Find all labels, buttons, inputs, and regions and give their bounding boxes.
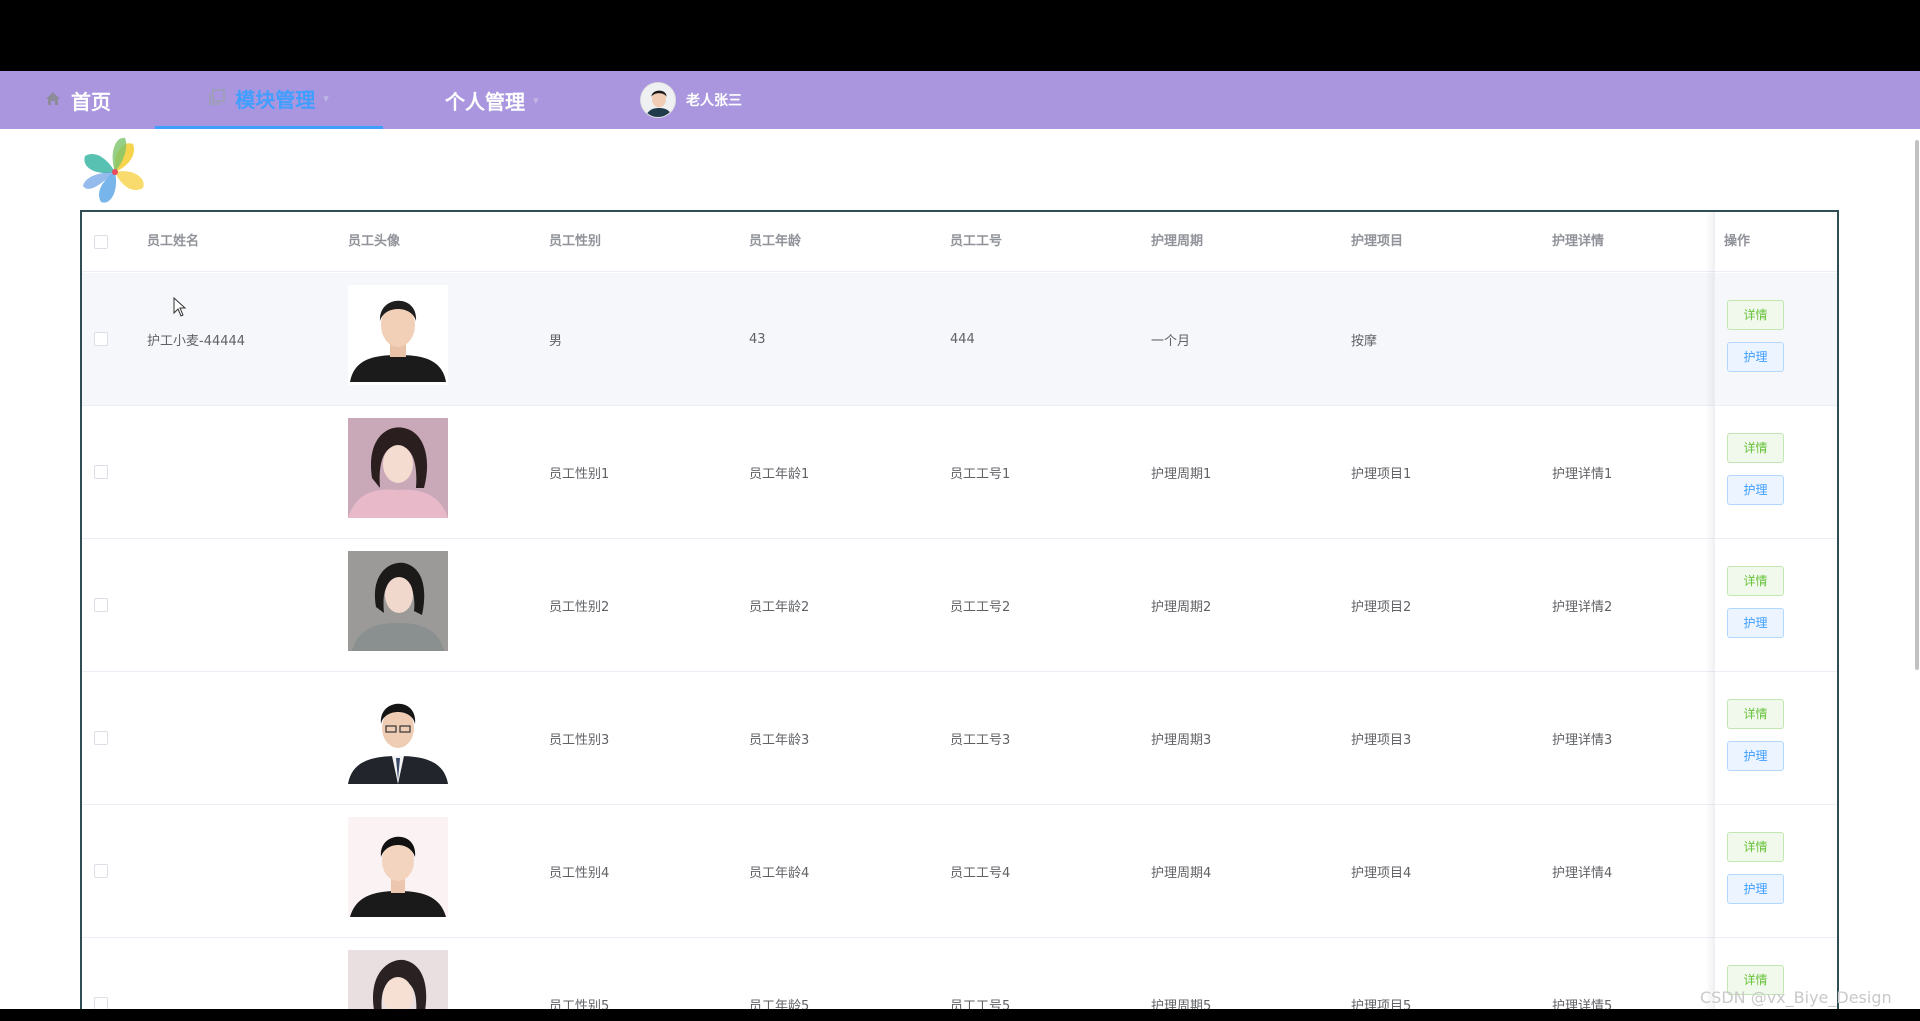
bottom-black-bar	[0, 1009, 1920, 1021]
care-button[interactable]: 护理	[1727, 342, 1784, 372]
page-scrollbar-thumb[interactable]	[1915, 140, 1919, 670]
cell-gender: 员工性别4	[549, 866, 610, 881]
cell-detail: 护理详情4	[1552, 866, 1613, 881]
caret-down-icon: ▾	[323, 92, 329, 105]
cell-age: 43	[749, 332, 766, 347]
column-header-detail[interactable]: 护理详情	[1552, 212, 1604, 272]
row-checkbox[interactable]	[94, 598, 108, 612]
cell-detail: 护理详情1	[1552, 467, 1613, 482]
cell-gender: 员工性别2	[549, 600, 610, 615]
column-header-number[interactable]: 员工工号	[950, 212, 1002, 272]
cell-detail: 护理详情5	[1552, 999, 1613, 1009]
cell-detail: 护理详情3	[1552, 733, 1613, 748]
table-row[interactable]: 员工性别1 员工年龄1 员工工号1 护理周期1 护理项目1 护理详情1	[82, 406, 1837, 539]
copy-icon	[209, 88, 225, 109]
cell-period: 护理周期2	[1151, 600, 1212, 615]
detail-button[interactable]: 详情	[1727, 832, 1784, 862]
cell-project: 护理项目3	[1351, 733, 1412, 748]
nav-personal-management[interactable]: 个人管理 ▾	[445, 71, 539, 129]
cell-period: 护理周期1	[1151, 467, 1212, 482]
table-row[interactable]: 员工性别4 员工年龄4 员工工号4 护理周期4 护理项目4 护理详情4	[82, 805, 1837, 938]
table-header: 员工姓名 员工头像 员工性别 员工年龄 员工工号 护理周期 护理项目 护理详情 …	[82, 212, 1837, 272]
row-checkbox[interactable]	[94, 465, 108, 479]
cell-gender: 员工性别3	[549, 733, 610, 748]
row-checkbox[interactable]	[94, 997, 108, 1009]
cell-age: 员工年龄2	[749, 600, 810, 615]
staff-photo	[348, 551, 448, 651]
table-row[interactable]: 员工性别2 员工年龄2 员工工号2 护理周期2 护理项目2 护理详情2	[82, 539, 1837, 672]
column-header-age[interactable]: 员工年龄	[749, 212, 801, 272]
nav-module-management[interactable]: 模块管理 ▾	[155, 71, 383, 129]
staff-photo	[348, 418, 448, 518]
home-icon	[45, 91, 61, 110]
cell-period: 护理周期5	[1151, 999, 1212, 1009]
care-button[interactable]: 护理	[1727, 608, 1784, 638]
cell-age: 员工年龄5	[749, 999, 810, 1009]
staff-table: 员工姓名 员工头像 员工性别 员工年龄 员工工号 护理周期 护理项目 护理详情 …	[80, 210, 1839, 1009]
detail-button[interactable]: 详情	[1727, 566, 1784, 596]
nav-home[interactable]: 首页	[45, 71, 111, 129]
caret-down-icon: ▾	[533, 93, 539, 107]
nav-personal-label: 个人管理	[445, 89, 525, 114]
actions-column: 详情 护理 详情 护理 详情 护理 详情 护理 详情 护理 详情	[1714, 212, 1837, 1009]
select-all-checkbox[interactable]	[94, 235, 108, 249]
cell-name: 护工小麦-44444	[147, 334, 246, 349]
row-checkbox[interactable]	[94, 864, 108, 878]
cell-number: 员工工号4	[950, 866, 1011, 881]
detail-button[interactable]: 详情	[1727, 433, 1784, 463]
top-nav: 首页 模块管理 ▾ 个人管理 ▾ 老人张三	[0, 71, 1920, 129]
cell-detail: 护理详情2	[1552, 600, 1613, 615]
care-button[interactable]: 护理	[1727, 475, 1784, 505]
nav-module-label: 模块管理	[235, 88, 316, 112]
user-menu[interactable]: 老人张三	[640, 71, 742, 129]
row-checkbox[interactable]	[94, 731, 108, 745]
cell-period: 护理周期3	[1151, 733, 1212, 748]
cell-project: 护理项目1	[1351, 467, 1412, 482]
main-content: 员工姓名 员工头像 员工性别 员工年龄 员工工号 护理周期 护理项目 护理详情 …	[0, 129, 1920, 1009]
cell-number: 员工工号1	[950, 467, 1011, 482]
column-header-avatar[interactable]: 员工头像	[348, 212, 400, 272]
cell-period: 一个月	[1151, 334, 1191, 349]
detail-button[interactable]: 详情	[1727, 300, 1784, 330]
cell-gender: 员工性别5	[549, 999, 610, 1009]
detail-button[interactable]: 详情	[1727, 699, 1784, 729]
cell-gender: 男	[549, 334, 563, 349]
user-name: 老人张三	[686, 93, 742, 109]
cell-number: 员工工号5	[950, 999, 1011, 1009]
care-button[interactable]: 护理	[1727, 874, 1784, 904]
cell-project: 护理项目2	[1351, 600, 1412, 615]
staff-photo	[348, 684, 448, 784]
table-row[interactable]: 员工性别5 员工年龄5 员工工号5 护理周期5 护理项目5 护理详情5	[82, 938, 1837, 1009]
table-row[interactable]: 员工性别3 员工年龄3 员工工号3 护理周期3 护理项目3 护理详情3	[82, 672, 1837, 805]
top-black-bar	[0, 0, 1920, 71]
cell-period: 护理周期4	[1151, 866, 1212, 881]
column-header-gender[interactable]: 员工性别	[549, 212, 601, 272]
table-row[interactable]: 护工小麦-44444 男 43 444 一个月 按摩	[82, 273, 1837, 406]
cell-age: 员工年龄3	[749, 733, 810, 748]
cell-number: 员工工号3	[950, 733, 1011, 748]
staff-photo	[348, 285, 448, 385]
cell-gender: 员工性别1	[549, 467, 610, 482]
row-checkbox[interactable]	[94, 332, 108, 346]
avatar	[640, 82, 676, 118]
cell-project: 护理项目5	[1351, 999, 1412, 1009]
staff-photo	[348, 817, 448, 917]
nav-home-label: 首页	[71, 89, 111, 114]
column-header-period[interactable]: 护理周期	[1151, 212, 1203, 272]
cell-number: 员工工号2	[950, 600, 1011, 615]
column-header-project[interactable]: 护理项目	[1351, 212, 1403, 272]
column-header-name[interactable]: 员工姓名	[147, 212, 199, 272]
mouse-cursor-icon	[173, 296, 187, 317]
watermark: CSDN @vx_Biye_Design	[1700, 988, 1892, 1007]
cell-project: 护理项目4	[1351, 866, 1412, 881]
cell-number: 444	[950, 332, 975, 347]
cell-age: 员工年龄4	[749, 866, 810, 881]
staff-photo	[348, 950, 448, 1009]
cell-project: 按摩	[1351, 334, 1378, 349]
care-button[interactable]: 护理	[1727, 741, 1784, 771]
pinwheel-logo	[75, 132, 155, 212]
cell-age: 员工年龄1	[749, 467, 810, 482]
